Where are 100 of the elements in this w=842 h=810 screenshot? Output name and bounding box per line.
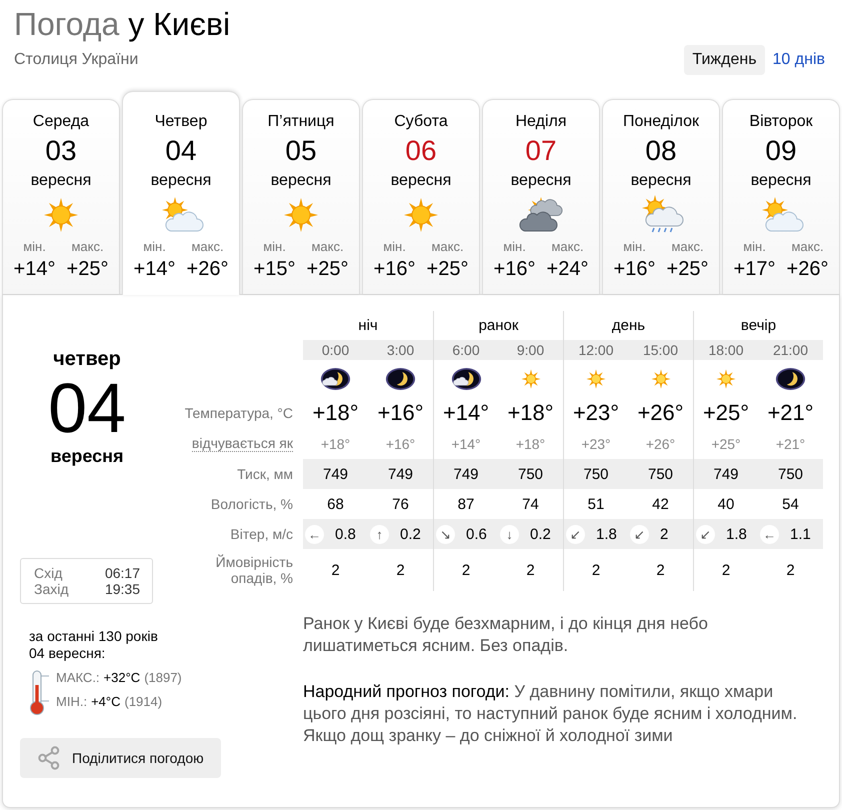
min-label: мін. [263, 239, 286, 255]
selected-weekday: четвер [53, 347, 121, 371]
feels-like-value: +18° [320, 436, 350, 452]
row-label: Вітер, м/с [230, 526, 293, 542]
weekday-label: Четвер [154, 113, 208, 130]
wind-speed-value: 1.8 [726, 526, 747, 542]
max-temperature: +26° [186, 257, 228, 281]
max-label: макс. [431, 239, 464, 255]
min-temperature: +16° [494, 257, 536, 281]
precipitation-value: 2 [656, 562, 665, 578]
period-label: день [612, 317, 646, 334]
min-label: мін. [623, 239, 646, 255]
day-tab[interactable]: П’ятниця 05 вересня мін. +15° макс. +25° [242, 99, 360, 294]
moon-icon [775, 367, 806, 391]
row-label: Вологість, % [210, 496, 293, 512]
wind-direction-icon: ↙ [630, 524, 649, 544]
temperature-value: +23° [572, 400, 620, 426]
min-label: мін. [383, 239, 406, 255]
humidity-value: 42 [652, 496, 669, 512]
humidity-value: 51 [588, 496, 604, 512]
row-label: Температура, °C [184, 405, 293, 421]
hour-label: 15:00 [642, 342, 678, 358]
selected-day-number: 04 [48, 371, 126, 445]
day-tab[interactable]: Четвер 04 вересня мін. +14° макс. +26° [122, 91, 240, 295]
moon-cloud-icon [320, 367, 351, 391]
precipitation-value: 2 [786, 562, 795, 578]
range-tab[interactable]: Тиждень [684, 45, 765, 75]
wind-direction-icon: ↑ [370, 524, 389, 544]
sunrise-label: Схід [34, 565, 62, 581]
pressure-value: 749 [388, 466, 414, 482]
feels-like-value: +21° [776, 436, 806, 452]
min-temperature: +16° [614, 257, 656, 281]
wind-speed-value: 1.8 [596, 526, 617, 542]
period-label: ранок [478, 317, 518, 334]
day-number: 03 [45, 135, 77, 166]
row-label: Тиск, мм [237, 466, 293, 482]
humidity-value: 76 [392, 496, 409, 512]
hour-label: 9:00 [516, 342, 544, 358]
range-tab[interactable]: 10 днів [764, 45, 833, 75]
moon-cloud-icon [450, 367, 482, 391]
min-temperature: +14° [14, 257, 56, 281]
humidity-value: 68 [327, 496, 344, 512]
sunrise-time: 06:17 [104, 565, 140, 581]
day-tab[interactable]: Вівторок 09 вересня мін. +17° макс. +26° [722, 99, 840, 294]
month-label: вересня [630, 172, 692, 189]
row-label: відчувається як [192, 435, 293, 452]
pressure-value: 750 [583, 466, 609, 482]
temperature-value: +18° [312, 400, 359, 426]
day-tab[interactable]: Неділя 07 вересня мін. +16° макс. +24° [482, 99, 600, 294]
history-period: за останні 130 років [29, 628, 158, 644]
feels-like-value: +18° [516, 436, 546, 452]
max-label: макс. [551, 239, 584, 255]
precipitation-value: 2 [462, 562, 470, 578]
day-tab[interactable]: Субота 06 вересня мін. +16° макс. +25° [362, 99, 480, 294]
history-date: 04 вересня: [29, 645, 106, 661]
max-label: макс. [191, 239, 224, 255]
selected-month: вересня [50, 445, 124, 467]
temperature-value: +18° [507, 400, 554, 426]
record-year: (1914) [124, 694, 162, 710]
humidity-value: 87 [458, 496, 474, 512]
max-temperature: +26° [786, 257, 828, 281]
wind-direction-icon: ↓ [500, 524, 519, 544]
hour-label: 21:00 [772, 342, 808, 358]
temperature-value: +26° [637, 400, 684, 426]
max-temperature: +25° [426, 257, 468, 281]
share-button[interactable]: Поділитися погодою [20, 738, 221, 778]
min-label: мін. [143, 239, 166, 255]
weekday-label: Неділя [516, 113, 566, 130]
page-subtitle: Столиця України [14, 50, 140, 70]
day-number: 06 [405, 135, 437, 166]
feels-like-value: +26° [646, 436, 676, 452]
precipitation-value: 2 [526, 562, 535, 578]
hour-label: 6:00 [452, 342, 480, 358]
hour-label: 3:00 [386, 342, 414, 358]
max-label: макс. [791, 239, 824, 255]
feels-like-value: +25° [711, 436, 741, 452]
pressure-value: 750 [648, 466, 674, 482]
row-label: Ймовірність опадів, % [214, 554, 293, 586]
pressure-value: 749 [713, 466, 739, 482]
page-title-prefix: Погода [14, 6, 120, 42]
month-label: вересня [270, 172, 332, 189]
record-label: МАКС.: [56, 670, 100, 686]
min-temperature: +16° [374, 257, 416, 281]
feels-like-value: +16° [386, 436, 416, 452]
sun-icon [716, 369, 736, 389]
period-label: ніч [358, 317, 378, 334]
wind-direction-icon: ↙ [696, 524, 715, 544]
precipitation-value: 2 [331, 562, 340, 578]
month-label: вересня [150, 172, 212, 189]
day-tab[interactable]: Середа 03 вересня мін. +14° макс. +25° [2, 99, 120, 294]
min-label: мін. [23, 239, 46, 255]
max-temperature: +24° [546, 257, 588, 281]
day-number: 07 [525, 135, 557, 166]
weekday-label: Понеділок [622, 113, 700, 130]
max-temperature: +25° [66, 257, 108, 281]
day-tab[interactable]: Понеділок 08 вересня мін. +16° макс. +25° [602, 99, 720, 294]
weekday-label: Середа [32, 113, 90, 130]
forecast-summary: Ранок у Києві буде безхмарним, і до кінця дня небо лишатиметься ясним. Без опадів. [303, 613, 709, 657]
record-label: МІН.: [56, 694, 88, 710]
pressure-value: 750 [778, 466, 804, 482]
